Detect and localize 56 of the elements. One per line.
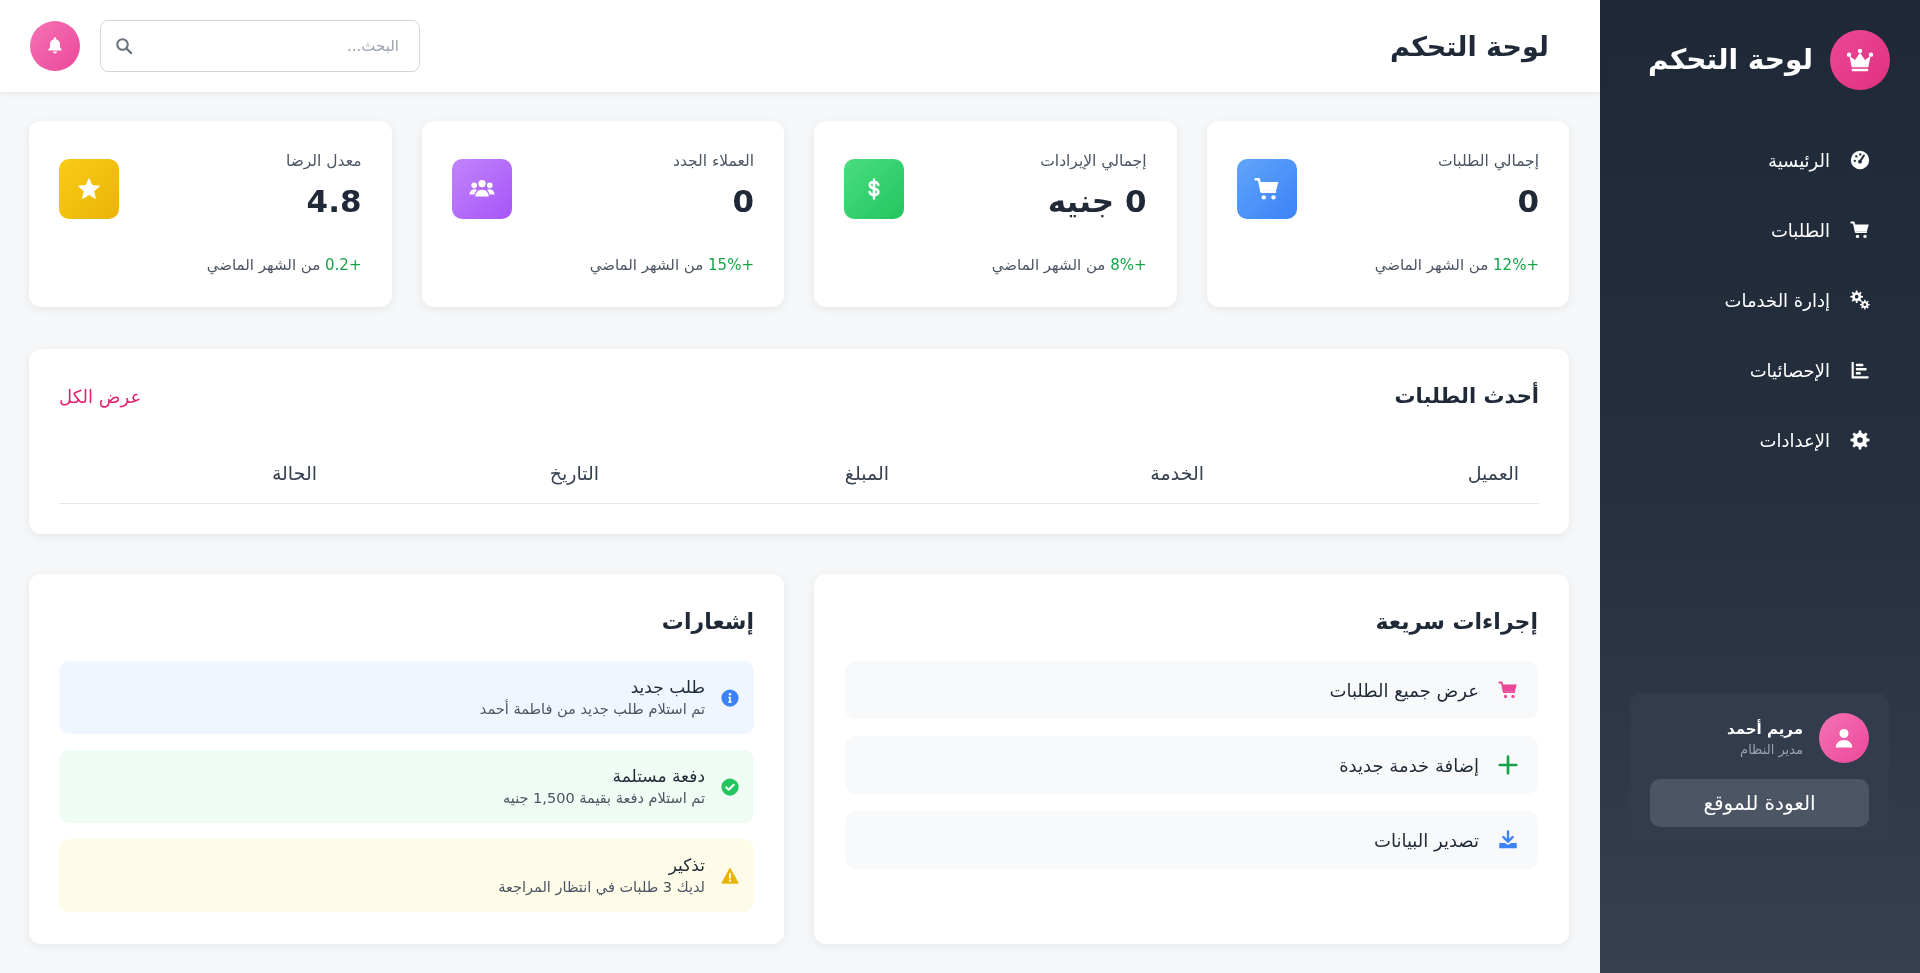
quick-action-button[interactable]: تصدير البيانات (845, 811, 1538, 869)
quick-action-button[interactable]: إضافة خدمة جديدة (845, 736, 1538, 794)
notification-text: لديك 3 طلبات في انتظار المراجعة (498, 878, 705, 897)
gauge-icon (1850, 150, 1870, 170)
back-to-site-button[interactable]: العودة للموقع (1650, 779, 1869, 827)
search-icon (115, 37, 133, 55)
notifications-button[interactable] (30, 21, 80, 71)
plus-icon (1498, 755, 1518, 775)
download-icon (1498, 830, 1518, 850)
column-header: المبلغ (844, 461, 889, 487)
check-circle-icon (721, 777, 739, 796)
stat-title: العملاء الجدد (673, 151, 754, 172)
gears-icon (1850, 290, 1870, 310)
stat-title: إجمالي الطلبات (1438, 151, 1539, 173)
stat-title: معدل الرضا (285, 151, 362, 172)
user-name: مريم أحمد (1727, 718, 1803, 740)
nav-link[interactable]: الإحصائيات (1743, 345, 1876, 395)
notification-title: طلب جديد (630, 676, 705, 699)
nav-link[interactable]: الطلبات (1764, 205, 1876, 255)
bar-chart-icon (1850, 360, 1870, 380)
page-title: لوحة التحكم (1389, 30, 1549, 62)
notification-text: تم استلام دفعة بقيمة 1,500 جنيه (503, 789, 705, 808)
column-header: التاريخ (549, 461, 599, 487)
stat-value: 4.8 (306, 182, 362, 221)
bell-icon (45, 36, 65, 56)
search-field[interactable]: البحث... (100, 20, 420, 72)
dollar-icon (844, 159, 904, 219)
column-header: العميل (1467, 461, 1519, 486)
notification-title: دفعة مستلمة (612, 765, 705, 788)
stat-value: 0 جنيه (1047, 182, 1147, 221)
cart-icon (1498, 680, 1518, 700)
settings-icon (1850, 430, 1870, 450)
stat-value: 0 (1517, 182, 1539, 221)
view-all-link[interactable]: عرض الكل (59, 385, 142, 407)
card-title: أحدث الطلبات (1394, 384, 1539, 408)
nav-link[interactable]: الرئيسية (1762, 135, 1876, 185)
cart-icon (1850, 220, 1870, 240)
info-icon (721, 688, 739, 707)
card-title: إشعارات (660, 608, 754, 637)
cart-icon (1236, 159, 1297, 219)
column-header: الخدمة (1150, 461, 1204, 486)
column-header: الحالة (271, 461, 317, 486)
warning-icon (721, 866, 739, 885)
avatar-icon (1819, 713, 1869, 763)
nav-link[interactable]: الإعدادات (1753, 415, 1876, 465)
crown-icon (1830, 30, 1890, 90)
sidebar-title: لوحة التحكم (1648, 41, 1813, 78)
stat-title: إجمالي الإيرادات (1040, 151, 1147, 173)
card-title: إجراءات سريعة (1374, 608, 1538, 637)
notification-title: تذكير (668, 854, 705, 877)
stat-value: 0 (732, 182, 754, 221)
notification-text: تم استلام طلب جديد من فاطمة أحمد (479, 699, 705, 719)
user-role: مدير النظام (1740, 740, 1803, 759)
nav-link[interactable]: إدارة الخدمات (1718, 275, 1876, 325)
users-icon (451, 159, 512, 219)
quick-action-button[interactable]: عرض جميع الطلبات (845, 661, 1538, 719)
